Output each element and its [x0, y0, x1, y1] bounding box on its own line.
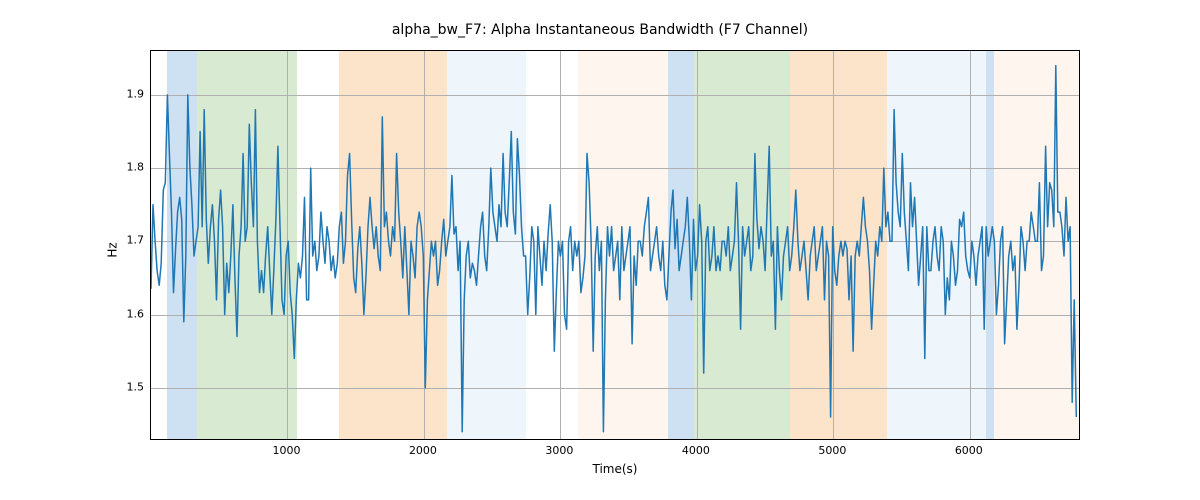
y-tick-label: 1.8 [127, 161, 145, 174]
x-tick-label: 2000 [409, 444, 437, 457]
x-tick-label: 5000 [818, 444, 846, 457]
x-tick-label: 3000 [545, 444, 573, 457]
y-tick-label: 1.9 [127, 87, 145, 100]
line-series [151, 51, 1079, 439]
y-tick-label: 1.6 [127, 307, 145, 320]
x-tick-label: 6000 [955, 444, 983, 457]
y-tick-label: 1.7 [127, 234, 145, 247]
y-tick-label: 1.5 [127, 380, 145, 393]
y-axis-label: Hz [106, 242, 120, 257]
plot-area [150, 50, 1080, 440]
x-axis-label: Time(s) [150, 462, 1080, 476]
x-tick-label: 4000 [682, 444, 710, 457]
chart-title: alpha_bw_F7: Alpha Instantaneous Bandwid… [0, 22, 1200, 38]
x-tick-label: 1000 [272, 444, 300, 457]
figure: alpha_bw_F7: Alpha Instantaneous Bandwid… [0, 0, 1200, 500]
